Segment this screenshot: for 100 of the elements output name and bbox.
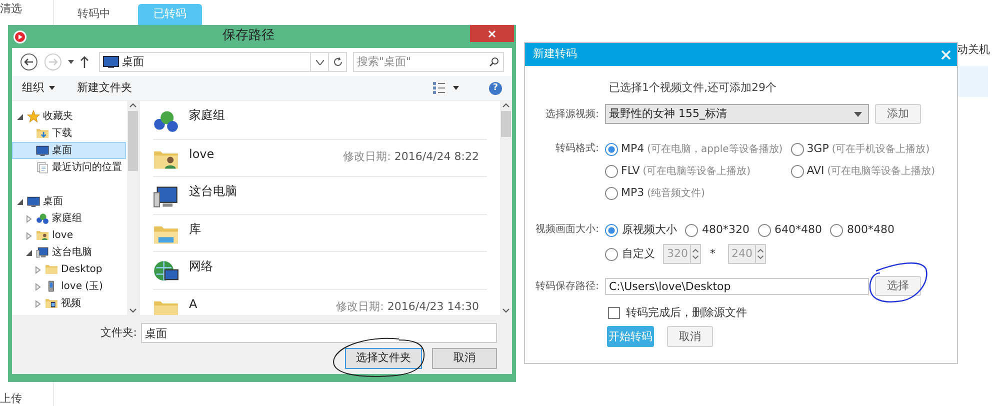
- search-box[interactable]: 搜索"桌面": [353, 52, 504, 72]
- search-field[interactable]: 搜索"桌面": [354, 54, 489, 70]
- expand-arrow-icon[interactable]: [34, 282, 42, 290]
- option-label: 原视频大小: [622, 222, 677, 238]
- radio-button[interactable]: [605, 224, 618, 236]
- up-arrow-icon[interactable]: [80, 56, 89, 68]
- collapse-arrow-icon[interactable]: [16, 112, 24, 120]
- field-label: 选择源视频:: [544, 108, 599, 120]
- close-button[interactable]: [941, 50, 951, 60]
- tree-item[interactable]: 最近访问的位置: [12, 159, 126, 176]
- monitor-icon: [102, 56, 119, 68]
- option-label: MP3: [621, 186, 644, 200]
- radio-button[interactable]: [605, 248, 618, 260]
- radio-button[interactable]: [605, 142, 618, 156]
- back-button[interactable]: [20, 53, 38, 71]
- radio-button[interactable]: [758, 224, 770, 236]
- radio-button[interactable]: [685, 224, 698, 236]
- option-note: (可在电脑，apple等设备播放): [647, 142, 783, 156]
- scrollbar-thumb[interactable]: [128, 111, 138, 171]
- tree-item[interactable]: 收藏夹: [12, 108, 126, 125]
- choose-button[interactable]: 选择: [875, 276, 921, 296]
- checkbox[interactable]: [608, 307, 620, 320]
- file-item[interactable]: 这台电脑: [153, 176, 487, 214]
- close-icon: [941, 50, 951, 60]
- play-logo-icon: [13, 30, 27, 44]
- caret-icon: [453, 86, 459, 90]
- radio-button[interactable]: [790, 164, 804, 178]
- tree-item[interactable]: 桌面: [12, 142, 126, 159]
- window-title: 新建转码: [533, 47, 577, 62]
- option-label: 3GP: [806, 142, 829, 156]
- spinner-arrows-icon[interactable]: [754, 245, 764, 263]
- select-folder-button[interactable]: 选择文件夹: [345, 348, 422, 369]
- file-item[interactable]: love 修改日期: 2016/4/24 8:22: [153, 138, 487, 176]
- close-icon: [488, 30, 496, 38]
- computer-icon: [153, 184, 179, 210]
- list-view-icon[interactable]: [433, 82, 445, 94]
- folder-icon: [45, 263, 58, 276]
- save-path-field[interactable]: C:\Users\love\Desktop: [605, 278, 869, 294]
- collapse-arrow-icon[interactable]: [25, 248, 33, 256]
- tree-item[interactable]: 桌面: [12, 193, 126, 210]
- address-field[interactable]: 桌面: [118, 54, 310, 70]
- help-button[interactable]: ?: [489, 82, 502, 94]
- window-title: 保存路径: [222, 28, 276, 45]
- tree-item[interactable]: 视频: [12, 295, 126, 312]
- monitor-icon: [36, 144, 49, 157]
- add-button[interactable]: 添加: [875, 104, 921, 124]
- star-icon: [27, 110, 40, 123]
- tree-item[interactable]: 下载: [12, 125, 126, 142]
- expand-arrow-icon[interactable]: [34, 266, 42, 274]
- caret-icon[interactable]: [316, 60, 324, 64]
- caret-icon: [854, 112, 862, 116]
- tree-item[interactable]: love (玉): [12, 278, 126, 295]
- source-video-select[interactable]: 最野性的女神 155_标清: [605, 104, 869, 124]
- scrollbar[interactable]: [500, 101, 512, 315]
- close-button[interactable]: [470, 25, 514, 42]
- option-note: (可在电脑等设备上播放): [642, 164, 751, 178]
- option-label: 480*320: [702, 222, 750, 238]
- expand-arrow-icon[interactable]: [25, 214, 33, 222]
- tree-item[interactable]: 这台电脑: [12, 244, 126, 261]
- computer-icon: [36, 246, 49, 259]
- tree-item[interactable]: Desktop: [12, 261, 126, 278]
- info-text: 已选择1个视频文件,还可添加29个: [609, 81, 776, 94]
- cancel-button[interactable]: 取消: [667, 326, 713, 348]
- spinner-arrows-icon[interactable]: [690, 245, 700, 263]
- tab[interactable]: 转码中: [62, 4, 126, 25]
- file-item[interactable]: 库: [153, 214, 487, 251]
- field-label: 视频画面大小:: [534, 222, 599, 237]
- option-note: (可在手机设备上播放): [832, 142, 930, 156]
- search-icon: [489, 57, 499, 67]
- option-label: AVI: [806, 164, 824, 178]
- option-label: 640*480: [774, 222, 822, 238]
- refresh-icon[interactable]: [332, 57, 342, 67]
- sidebar-item[interactable]: 清选: [0, 2, 53, 16]
- option-label: FLV: [621, 164, 640, 178]
- checkbox-label: 转码完成后，删除源文件: [626, 306, 747, 320]
- radio-button[interactable]: [830, 224, 843, 236]
- cancel-button[interactable]: 取消: [432, 348, 497, 369]
- scrollbar[interactable]: [127, 101, 139, 315]
- field-label: 转码保存路径:: [534, 280, 599, 292]
- caret-icon[interactable]: [68, 60, 74, 64]
- file-item[interactable]: 家庭组: [153, 101, 487, 138]
- radio-button[interactable]: [605, 164, 618, 178]
- separator-text: *: [710, 246, 716, 262]
- header-text: 动关机: [957, 43, 990, 58]
- radio-button[interactable]: [790, 142, 804, 156]
- expand-arrow-icon[interactable]: [34, 300, 42, 308]
- menu-button[interactable]: 组织: [22, 80, 55, 96]
- toolbar-button[interactable]: 新建文件夹: [77, 80, 132, 96]
- file-item[interactable]: 网络: [153, 251, 487, 288]
- address-bar[interactable]: 桌面: [98, 52, 347, 72]
- tree-item[interactable]: love: [12, 227, 126, 244]
- collapse-arrow-icon[interactable]: [16, 198, 24, 206]
- sidebar-item[interactable]: 上传: [0, 392, 53, 406]
- expand-arrow-icon[interactable]: [25, 232, 33, 240]
- scrollbar-thumb[interactable]: [501, 111, 511, 137]
- tree-item[interactable]: 家庭组: [12, 210, 126, 227]
- radio-button[interactable]: [605, 186, 618, 200]
- film-folder-icon: [45, 297, 58, 310]
- folder-name-field[interactable]: 桌面: [141, 323, 497, 343]
- download-folder-icon: [36, 127, 49, 140]
